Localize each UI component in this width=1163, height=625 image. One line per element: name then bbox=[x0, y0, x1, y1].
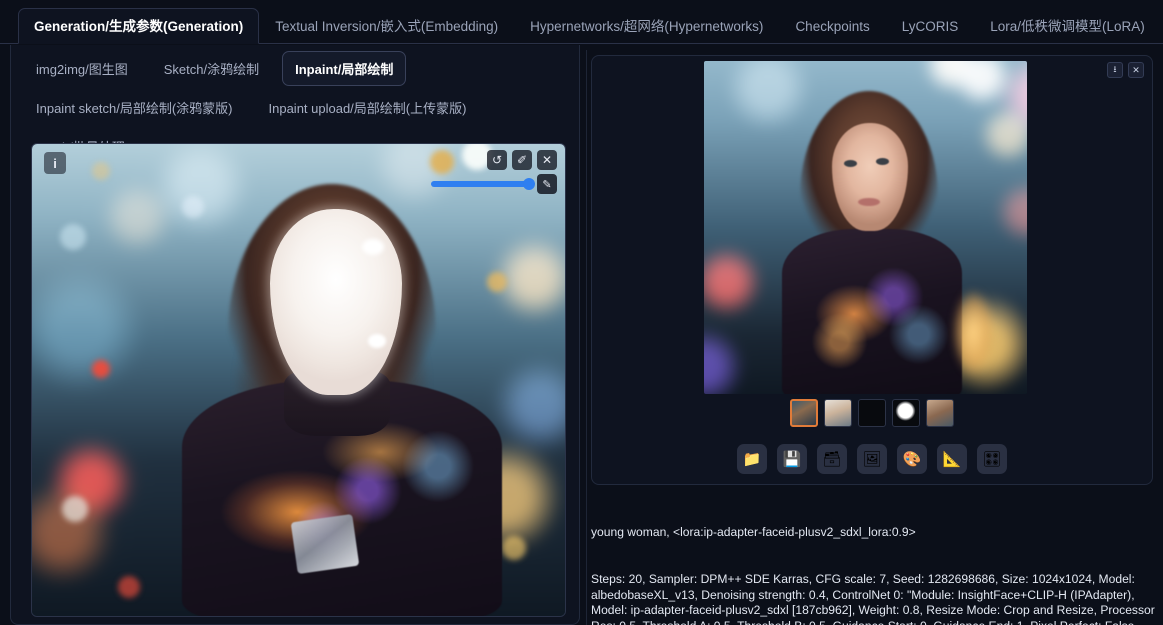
thumbnail-item[interactable] bbox=[892, 399, 920, 427]
image-action-toolbar: 📁 💾 🗃 🖼 🎨 📐 🎛 bbox=[592, 444, 1152, 474]
thumbnail-item[interactable] bbox=[858, 399, 886, 427]
sub-tab-inpaint[interactable]: Inpaint/局部绘制 bbox=[282, 51, 407, 86]
result-eye bbox=[844, 160, 857, 167]
right-panel: ⭳ ✕ 📁 💾 🗃 🖼 🎨 📐 🎛 bbox=[591, 55, 1153, 485]
tab-lycoris[interactable]: LyCORIS bbox=[886, 8, 975, 44]
thumbnail-item[interactable] bbox=[790, 399, 818, 427]
eraser-icon[interactable]: ✐ bbox=[512, 150, 532, 170]
sub-tab-inpaint-sketch[interactable]: Inpaint sketch/局部绘制(涂鸦蒙版) bbox=[23, 90, 246, 125]
tab-generation[interactable]: Generation/生成参数(Generation) bbox=[18, 8, 260, 44]
sub-tab-img2img[interactable]: img2img/图生图 bbox=[23, 51, 141, 86]
close-icon[interactable]: ✕ bbox=[537, 150, 557, 170]
armor-chest-plate bbox=[290, 513, 360, 575]
result-armor-torso bbox=[782, 229, 962, 394]
thumbnail-item[interactable] bbox=[926, 399, 954, 427]
close-icon[interactable]: ✕ bbox=[1128, 62, 1144, 78]
inpaint-canvas[interactable]: i ↺ ✐ ✕ ✎ bbox=[31, 143, 566, 617]
bokeh-dot bbox=[92, 162, 110, 180]
bokeh-dot bbox=[502, 536, 526, 560]
inpaint-mask-overlay bbox=[270, 209, 402, 395]
brush-size-slider[interactable] bbox=[431, 178, 535, 190]
download-icon[interactable]: ⭳ bbox=[1107, 62, 1123, 78]
bokeh-dot bbox=[487, 272, 507, 292]
tab-hypernetworks[interactable]: Hypernetworks/超网络(Hypernetworks) bbox=[514, 8, 779, 44]
canvas-toolbar: ↺ ✐ ✕ bbox=[487, 150, 557, 170]
sub-tab-inpaint-upload[interactable]: Inpaint upload/局部绘制(上传蒙版) bbox=[256, 90, 480, 125]
brush-size-control: ✎ bbox=[431, 174, 557, 194]
result-face bbox=[832, 123, 908, 231]
panel-divider bbox=[586, 50, 587, 625]
generation-parameters-text[interactable]: young woman, <lora:ip-adapter-faceid-plu… bbox=[591, 494, 1157, 625]
thumbnail-strip bbox=[592, 399, 1152, 427]
mask-highlight bbox=[362, 239, 384, 255]
generated-result-image[interactable] bbox=[704, 61, 1027, 394]
tab-lora[interactable]: Lora/低秩微调模型(LoRA) bbox=[974, 8, 1161, 44]
result-lips bbox=[858, 198, 880, 206]
parameters-line: Steps: 20, Sampler: DPM++ SDE Karras, CF… bbox=[591, 571, 1155, 625]
brush-icon[interactable]: ✎ bbox=[537, 174, 557, 194]
folder-icon[interactable]: 📁 bbox=[737, 444, 767, 474]
bokeh-dot bbox=[62, 496, 88, 522]
mask-highlight bbox=[368, 334, 386, 348]
tab-textual-inversion[interactable]: Textual Inversion/嵌入式(Embedding) bbox=[259, 8, 514, 44]
ruler-icon[interactable]: 📐 bbox=[937, 444, 967, 474]
left-panel: img2img/图生图 Sketch/涂鸦绘制 Inpaint/局部绘制 Inp… bbox=[10, 45, 580, 625]
bokeh-dot bbox=[118, 576, 140, 598]
picture-icon[interactable]: 🖼 bbox=[857, 444, 887, 474]
sliders-icon[interactable]: 🎛 bbox=[977, 444, 1007, 474]
bokeh-dot bbox=[60, 224, 86, 250]
undo-icon[interactable]: ↺ bbox=[487, 150, 507, 170]
bokeh-dot bbox=[430, 150, 454, 174]
tab-checkpoints[interactable]: Checkpoints bbox=[779, 8, 885, 44]
bokeh-dot bbox=[92, 360, 110, 378]
save-icon[interactable]: 💾 bbox=[777, 444, 807, 474]
file-cabinet-icon[interactable]: 🗃 bbox=[817, 444, 847, 474]
top-tab-bar: Generation/生成参数(Generation) Textual Inve… bbox=[0, 0, 1163, 44]
result-toolbar: ⭳ ✕ bbox=[1107, 62, 1144, 78]
info-icon[interactable]: i bbox=[44, 152, 66, 174]
thumbnail-item[interactable] bbox=[824, 399, 852, 427]
result-eye bbox=[876, 158, 889, 165]
prompt-line: young woman, <lora:ip-adapter-faceid-plu… bbox=[591, 525, 916, 540]
brush-size-handle[interactable] bbox=[523, 178, 535, 190]
result-hand bbox=[950, 289, 996, 385]
sub-tab-sketch[interactable]: Sketch/涂鸦绘制 bbox=[151, 51, 272, 86]
palette-icon[interactable]: 🎨 bbox=[897, 444, 927, 474]
bokeh-dot bbox=[182, 196, 204, 218]
